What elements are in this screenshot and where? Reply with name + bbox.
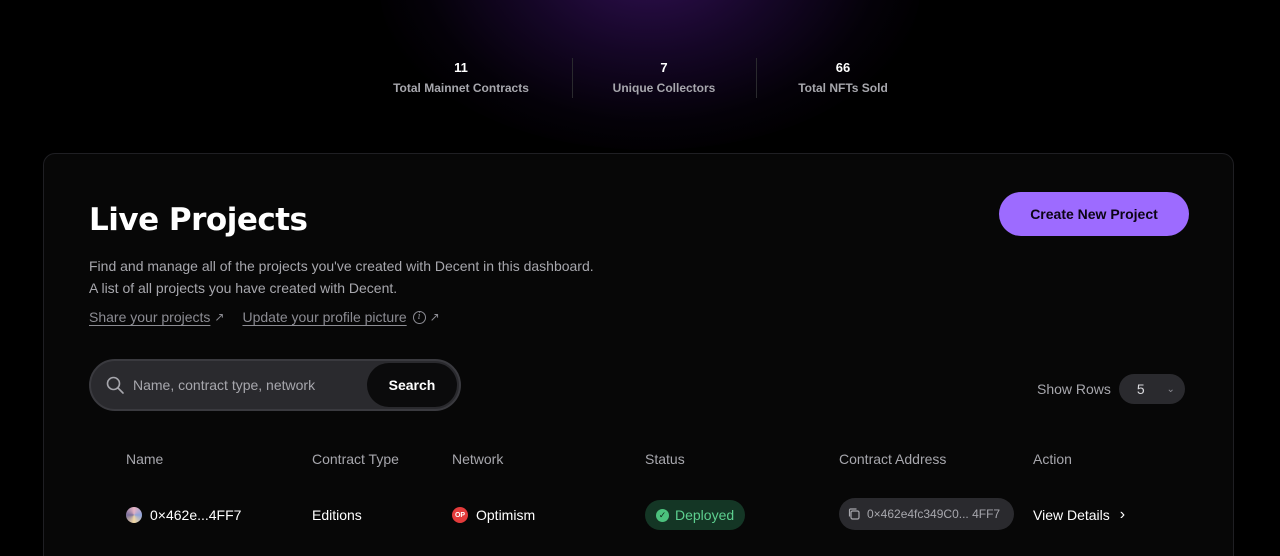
view-details-label: View Details [1033,507,1110,523]
stat-label: Total NFTs Sold [798,80,888,95]
copy-icon [848,508,860,520]
optimism-icon: OP [452,507,468,523]
search-input[interactable] [133,377,353,393]
cell-contract-type: Editions [312,500,362,530]
show-rows-label: Show Rows [1037,381,1111,397]
column-header-contract-type: Contract Type [312,451,399,467]
cell-name: 0×462e...4FF7 [126,500,241,530]
chevron-right-icon: › [1119,506,1126,523]
project-name: 0×462e...4FF7 [150,507,242,523]
info-icon[interactable]: i [412,310,426,324]
avatar [126,507,142,523]
stat-divider [756,58,757,98]
cell-network: OP Optimism [452,500,535,530]
stat-total-mainnet-contracts: 11 Total Mainnet Contracts [350,58,572,98]
stat-value: 11 [454,59,468,75]
status-text: Deployed [675,507,735,523]
share-projects-link[interactable]: Share your projects [89,309,210,325]
network-name: Optimism [476,507,536,523]
description-text: A list of all projects you have created … [89,280,398,296]
view-details-link[interactable]: View Details › [1033,506,1125,524]
column-header-name: Name [126,451,164,467]
cell-action: View Details › [1033,500,1125,530]
contract-address-copy[interactable]: 0×462e4fc349C0... 4FF7 [839,498,1015,530]
stat-unique-collectors: 7 Unique Collectors [572,58,756,98]
stat-label: Unique Collectors [612,80,716,95]
stat-divider [572,58,573,98]
show-rows-control: Show Rows 5 ⌄ [1037,374,1185,404]
helper-links: Share your projects ↗ Update your profil… [89,309,440,325]
stat-total-nfts-sold: 66 Total NFTs Sold [756,58,930,98]
stats-bar: 11 Total Mainnet Contracts 7 Unique Coll… [350,58,930,98]
cell-contract-address: 0×462e4fc349C0... 4FF7 [839,498,1015,530]
update-profile-picture-link[interactable]: Update your profile picture [242,309,406,325]
create-new-project-button[interactable]: Create New Project [999,192,1189,236]
contract-type: Editions [312,507,362,523]
external-link-icon: ↗ [429,310,440,324]
search-button[interactable]: Search [367,363,457,407]
show-rows-select[interactable]: 5 ⌄ [1118,374,1185,404]
check-circle-icon: ✓ [656,508,669,522]
page-title: Live Projects [89,202,308,238]
column-header-action: Action [1033,451,1072,467]
live-projects-card: Live Projects Create New Project Find an… [43,153,1234,556]
column-header-contract-address: Contract Address [839,451,947,467]
column-header-status: Status [645,451,685,467]
search-icon [106,376,124,394]
show-rows-value: 5 [1136,381,1145,397]
search-bar: Search [89,359,461,411]
stat-label: Total Mainnet Contracts [393,80,529,95]
external-link-icon: ↗ [214,310,225,324]
status-badge: ✓ Deployed [645,500,746,530]
column-header-network: Network [452,451,504,467]
description-text: Find and manage all of the projects you'… [89,258,594,274]
chevron-down-icon: ⌄ [1166,383,1175,395]
stat-value: 66 [835,59,851,75]
contract-address-text: 0×462e4fc349C0... 4FF7 [867,507,1001,521]
cell-status: ✓ Deployed [645,500,746,530]
stat-value: 7 [660,59,668,75]
